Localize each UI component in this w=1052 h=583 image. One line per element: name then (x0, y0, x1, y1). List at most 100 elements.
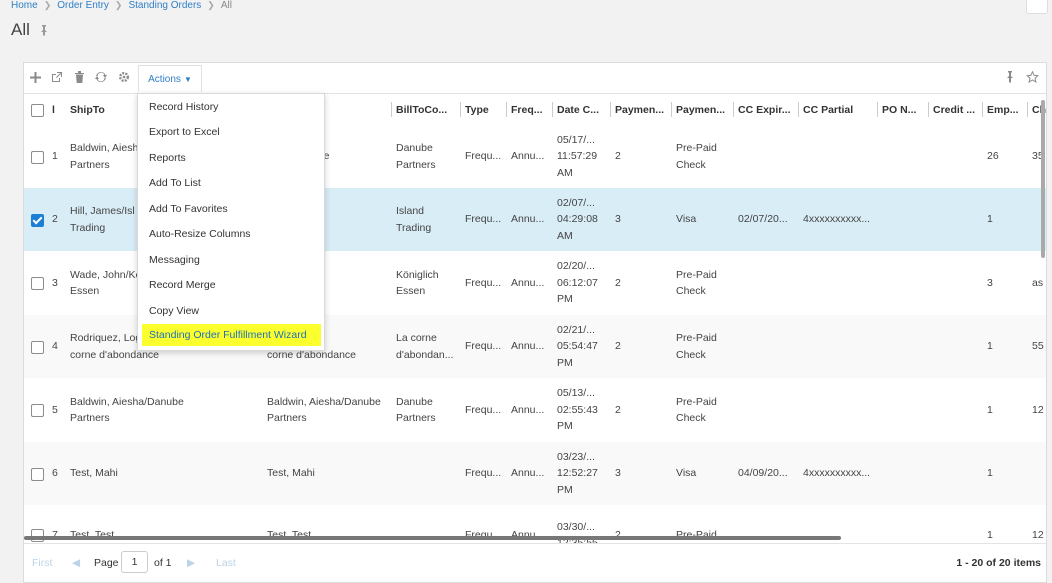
cell-cc-expiry (738, 251, 796, 315)
column-divider[interactable] (460, 102, 461, 117)
cell-employee-text: 26 (987, 150, 999, 163)
menu-item-messaging[interactable]: Messaging (138, 247, 324, 273)
column-divider[interactable] (798, 102, 799, 117)
column-header-shipto[interactable]: ShipTo (70, 94, 140, 125)
cell-index-text: 3 (52, 276, 58, 289)
column-divider[interactable] (552, 102, 553, 117)
cell-po-number (882, 378, 926, 442)
pager-prev-icon[interactable]: ◀ (72, 544, 80, 582)
row-checkbox[interactable] (31, 213, 44, 227)
column-header-frequency[interactable]: Freq... (511, 94, 551, 125)
column-divider[interactable] (982, 102, 983, 117)
menu-item-auto-resize-columns[interactable]: Auto-Resize Columns (138, 222, 324, 248)
cell-billto-name: Test, Mahi (267, 442, 389, 505)
refresh-icon[interactable] (92, 68, 110, 86)
row-checkbox[interactable] (31, 467, 44, 481)
cell-cc-expiry (738, 125, 796, 188)
pager-next-icon[interactable]: ▶ (187, 544, 195, 582)
cell-credit (933, 315, 981, 378)
column-header-payment-2[interactable]: Paymen... (676, 94, 731, 125)
cell-frequency: Annu... (511, 188, 551, 251)
menu-item-add-to-favorites[interactable]: Add To Favorites (138, 196, 324, 222)
pager: First ◀ Page 1 of 1 ▶ Last 1 - 20 of 20 … (24, 543, 1046, 582)
column-divider[interactable] (671, 102, 672, 117)
column-divider[interactable] (928, 102, 929, 117)
cell-shipto: Test, Mahi (70, 442, 194, 505)
breadcrumb-home[interactable]: Home (11, 0, 38, 11)
column-divider[interactable] (610, 102, 611, 117)
page-number-input[interactable]: 1 (121, 551, 148, 573)
pager-of-label: of 1 (154, 557, 172, 569)
breadcrumb-order-entry[interactable]: Order Entry (57, 0, 109, 11)
table-row[interactable]: 5 Baldwin, Aiesha/Danube Partners Baldwin,… (24, 378, 1046, 443)
cell-index: 1 (52, 125, 64, 188)
cell-payment-method-text: Visa (676, 213, 697, 226)
actions-button[interactable]: Actions ▼ (138, 65, 202, 92)
cell-frequency-text: Annu... (511, 213, 545, 226)
column-header-cc-partial[interactable]: CC Partial (803, 94, 875, 125)
menu-item-record-merge[interactable]: Record Merge (138, 273, 324, 299)
cell-billto-name-text: Baldwin, Aiesha/Danube Partners (267, 395, 381, 425)
cell-cc-expiry-text: 02/07/20... (738, 213, 788, 226)
trash-icon[interactable] (70, 68, 88, 86)
menu-item-add-to-list[interactable]: Add To List (138, 171, 324, 197)
column-header-date-created[interactable]: Date C... (557, 94, 607, 125)
chevron-right-icon: ❯ (207, 0, 215, 10)
column-divider[interactable] (391, 102, 392, 117)
horizontal-scrollbar[interactable] (24, 536, 841, 540)
cell-payment-count-text: 2 (615, 403, 621, 416)
cell-payment-method-text: Pre-Paid (676, 528, 717, 541)
menu-item-reports[interactable]: Reports (138, 145, 324, 171)
cell-ch-text: 12 (1032, 403, 1044, 416)
column-divider[interactable] (506, 102, 507, 117)
cell-index: 5 (52, 378, 64, 442)
column-divider[interactable] (1027, 102, 1028, 117)
column-header-type[interactable]: Type (465, 94, 505, 125)
cell-frequency: Annu... (511, 315, 551, 378)
cell-cc-expiry (738, 378, 796, 442)
cell-payment-count-text: 2 (615, 528, 621, 541)
column-header-index[interactable]: l (52, 94, 62, 125)
actions-label: Actions (148, 73, 181, 85)
star-icon[interactable] (1023, 68, 1041, 86)
table-row[interactable]: 6 Test, Mahi Test, Mahi Frequ... Annu... 03/2… (24, 442, 1046, 506)
open-external-icon[interactable] (48, 68, 66, 86)
row-checkbox[interactable] (31, 404, 44, 417)
row-checkbox[interactable] (31, 340, 44, 354)
column-header-po-number[interactable]: PO N... (882, 94, 926, 125)
menu-item-copy-view[interactable]: Copy View (138, 298, 324, 324)
column-header-cc-expiry[interactable]: CC Expir... (738, 94, 796, 125)
column-header-credit[interactable]: Credit ... (933, 94, 981, 125)
menu-item-record-history[interactable]: Record History (138, 94, 324, 120)
pin-icon[interactable] (38, 24, 50, 36)
add-icon[interactable] (26, 68, 44, 86)
select-all-checkbox[interactable] (31, 104, 44, 117)
column-divider[interactable] (733, 102, 734, 117)
cell-index: 3 (52, 251, 64, 315)
cell-credit (933, 188, 981, 251)
cell-index-text: 1 (52, 150, 58, 163)
pager-first[interactable]: First (32, 544, 52, 582)
column-header-billtoco[interactable]: BillToCo... (396, 94, 458, 125)
gear-icon[interactable] (115, 68, 133, 86)
breadcrumb-standing-orders[interactable]: Standing Orders (128, 0, 201, 11)
row-checkbox[interactable] (31, 150, 44, 164)
column-header-payment-1[interactable]: Paymen... (615, 94, 670, 125)
cell-employee-text: 1 (987, 528, 993, 541)
cell-index: 6 (52, 442, 64, 505)
menu-item-export-to-excel[interactable]: Export to Excel (138, 120, 324, 146)
pager-last[interactable]: Last (216, 544, 236, 582)
column-divider[interactable] (877, 102, 878, 117)
column-header-employee[interactable]: Emp... (987, 94, 1025, 125)
pin-icon[interactable] (1001, 68, 1019, 86)
cell-index-text: 2 (52, 213, 58, 226)
cell-billto-company: Island Trading (396, 188, 458, 251)
vertical-scrollbar[interactable] (1041, 100, 1045, 258)
menu-item-standing-order-fulfillment-wizard[interactable]: Standing Order Fulfillment Wizard (142, 324, 321, 346)
corner-button[interactable] (1026, 0, 1048, 14)
cell-billto-company (396, 442, 458, 505)
cell-date-created: 02/07/... 04:29:08 AM (557, 188, 609, 251)
grid-toolbar: Actions ▼ (24, 63, 1046, 94)
row-checkbox[interactable] (31, 277, 44, 290)
cell-frequency-text: Annu... (511, 150, 545, 163)
